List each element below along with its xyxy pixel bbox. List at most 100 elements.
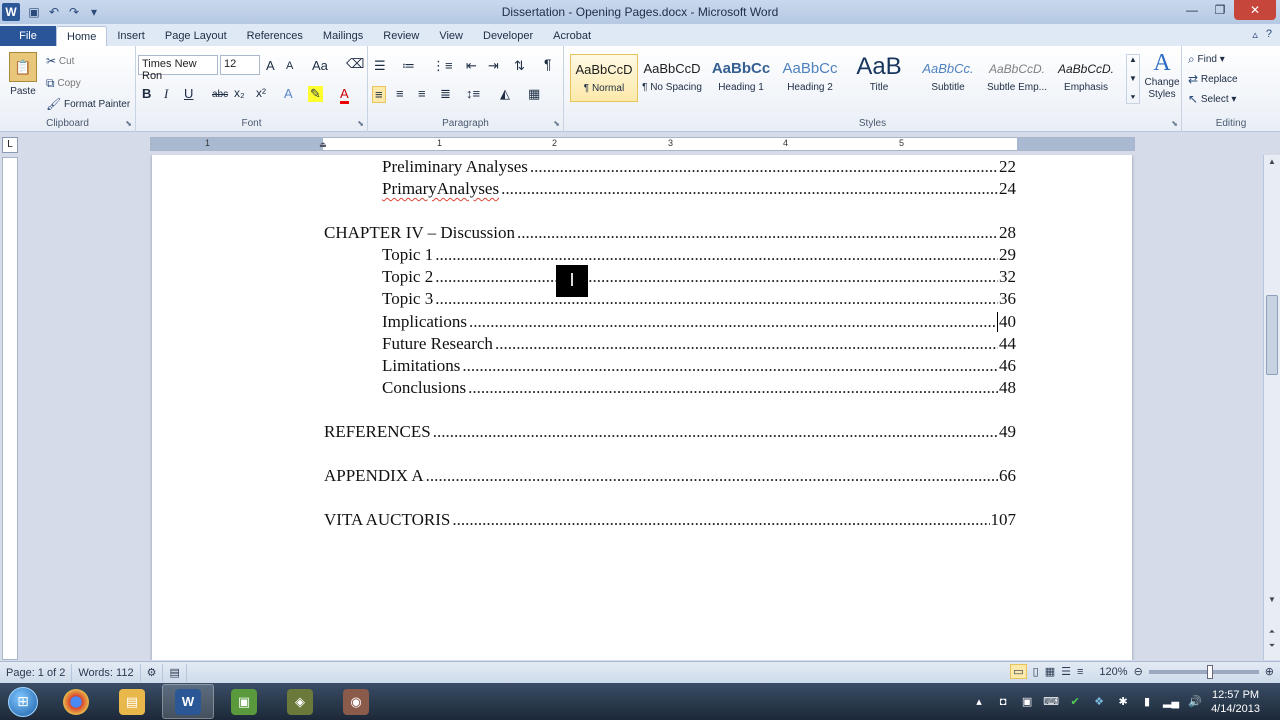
font-size-select[interactable]: 12: [220, 55, 260, 75]
undo-icon[interactable]: ↶: [44, 2, 64, 22]
scroll-thumb[interactable]: [1266, 295, 1278, 375]
print-layout-view-icon[interactable]: ▭: [1010, 664, 1027, 679]
sort-icon[interactable]: ⇅: [514, 58, 525, 74]
toc-entry[interactable]: Topic 2 32: [382, 267, 1016, 287]
toc-entry[interactable]: Future Research 44: [382, 334, 1016, 354]
toc-entry[interactable]: CHAPTER IV – Discussion 28: [324, 223, 1016, 243]
highlight-icon[interactable]: ✎: [308, 86, 323, 102]
toc-entry[interactable]: REFERENCES 49: [324, 422, 1016, 442]
tab-file[interactable]: File: [0, 26, 56, 46]
paragraph-launcher-icon[interactable]: ⬊: [553, 119, 560, 128]
toc-entry[interactable]: VITA AUCTORIS 107: [324, 510, 1016, 530]
word-count[interactable]: Words: 112: [72, 663, 141, 682]
taskbar-explorer[interactable]: ▤: [106, 684, 158, 719]
tab-insert[interactable]: Insert: [107, 26, 155, 46]
taskbar-app-5[interactable]: ◈: [274, 684, 326, 719]
align-left-icon[interactable]: ≡: [372, 86, 386, 103]
underline-button[interactable]: U: [184, 86, 193, 101]
folder-sync-icon[interactable]: ▣: [1019, 694, 1035, 710]
style-title[interactable]: AaB Title: [845, 54, 913, 102]
zoom-slider[interactable]: [1148, 664, 1259, 679]
increase-indent-icon[interactable]: ⇥: [488, 58, 499, 74]
close-button[interactable]: ✕: [1234, 0, 1276, 20]
zoom-slider-knob[interactable]: [1206, 664, 1213, 679]
style-subtitle[interactable]: AaBbCc. Subtitle: [914, 54, 982, 102]
tab-references[interactable]: References: [237, 26, 313, 46]
styles-gallery-scroll[interactable]: ▲ ▼ ⯆: [1126, 54, 1140, 104]
toc-entry[interactable]: Limitations 46: [382, 356, 1016, 376]
word-logo-icon[interactable]: W: [2, 3, 20, 21]
minimize-button[interactable]: —: [1178, 0, 1206, 20]
outline-view-icon[interactable]: ☰: [1061, 665, 1071, 678]
font-family-select[interactable]: Times New Ron: [138, 55, 218, 82]
web-layout-icon[interactable]: ▦: [1045, 665, 1055, 678]
scroll-down-icon[interactable]: ▼: [1264, 595, 1280, 609]
tab-selector-icon[interactable]: L: [2, 137, 18, 153]
cut-button[interactable]: ✂ Cut: [46, 54, 74, 68]
decrease-indent-icon[interactable]: ⇤: [466, 58, 477, 74]
zoom-level[interactable]: 120%: [1099, 666, 1127, 678]
more-styles-icon[interactable]: ⯆: [1130, 93, 1136, 103]
scroll-up-icon[interactable]: ▲: [1264, 157, 1280, 171]
tab-page-layout[interactable]: Page Layout: [155, 26, 237, 46]
tab-acrobat[interactable]: Acrobat: [543, 26, 601, 46]
draft-view-icon[interactable]: ≡: [1077, 666, 1083, 678]
toc-entry[interactable]: Implications 40: [382, 312, 1016, 332]
indent-marker-icon[interactable]: ⏏: [319, 140, 327, 149]
start-button[interactable]: ⊞: [0, 683, 46, 720]
signal-icon[interactable]: ▂▄: [1163, 694, 1179, 710]
clear-formatting-icon[interactable]: ⌫: [346, 56, 364, 72]
style-normal[interactable]: AaBbCcD ¶ Normal: [570, 54, 638, 102]
paste-button[interactable]: 📋 Paste: [6, 52, 40, 97]
tab-developer[interactable]: Developer: [473, 26, 543, 46]
toc-entry[interactable]: Topic 1 29: [382, 245, 1016, 265]
subscript-button[interactable]: x₂: [234, 86, 245, 100]
network-drive-icon[interactable]: ◘: [995, 694, 1011, 710]
justify-icon[interactable]: ≣: [440, 86, 451, 102]
find-button[interactable]: ⌕ Find ▾: [1188, 52, 1225, 67]
full-screen-reading-icon[interactable]: ▯: [1033, 665, 1039, 678]
taskbar-app-4[interactable]: ▣: [218, 684, 270, 719]
style-no-spacing[interactable]: AaBbCcD ¶ No Spacing: [638, 54, 706, 102]
macro-recording-icon[interactable]: ▤: [163, 663, 187, 682]
copy-button[interactable]: ⧉ Copy: [46, 76, 81, 91]
tab-review[interactable]: Review: [373, 26, 429, 46]
zoom-out-icon[interactable]: ⊖: [1134, 665, 1143, 678]
multilevel-list-icon[interactable]: ⋮≡: [432, 58, 453, 74]
style-emphasis[interactable]: AaBbCcD. Emphasis: [1052, 54, 1120, 102]
format-painter-button[interactable]: 🖌 Format Painter: [46, 97, 130, 111]
superscript-button[interactable]: x²: [256, 86, 266, 100]
tab-view[interactable]: View: [429, 26, 473, 46]
clipboard-launcher-icon[interactable]: ⬊: [125, 119, 132, 128]
taskbar-app-6[interactable]: ◉: [330, 684, 382, 719]
text-effects-icon[interactable]: A: [284, 86, 293, 101]
bullets-icon[interactable]: ☰: [374, 58, 386, 74]
style-subtle-emphasis[interactable]: AaBbCcD. Subtle Emp...: [983, 54, 1051, 102]
chevron-up-icon[interactable]: ▲: [1129, 55, 1137, 64]
toc-entry[interactable]: Preliminary Analyses 22: [382, 157, 1016, 177]
shrink-font-button[interactable]: A: [286, 60, 293, 72]
proofing-icon[interactable]: ⚙: [141, 663, 164, 682]
horizontal-ruler[interactable]: 1 1 2 3 4 5 ⏏: [150, 137, 1135, 151]
tab-home[interactable]: Home: [56, 26, 108, 46]
numbering-icon[interactable]: ≔: [402, 58, 415, 74]
redo-icon[interactable]: ↷: [64, 2, 84, 22]
toc-entry[interactable]: Topic 3 36: [382, 289, 1016, 309]
page-count[interactable]: Page: 1 of 2: [0, 663, 73, 682]
align-right-icon[interactable]: ≡: [418, 86, 426, 101]
toc-entry[interactable]: APPENDIX A 66: [324, 466, 1016, 486]
battery-icon[interactable]: ▮: [1139, 694, 1155, 710]
change-case-button[interactable]: Aa: [312, 58, 328, 73]
save-icon[interactable]: ▣: [24, 2, 44, 22]
tab-mailings[interactable]: Mailings: [313, 26, 373, 46]
change-styles-button[interactable]: A Change Styles: [1144, 50, 1180, 101]
styles-launcher-icon[interactable]: ⬊: [1171, 119, 1178, 128]
align-center-icon[interactable]: ≡: [396, 86, 404, 101]
toc-entry[interactable]: PrimaryAnalyses 24: [382, 179, 1016, 199]
help-icon[interactable]: ?: [1266, 28, 1272, 41]
vertical-scrollbar[interactable]: ▲ ▼ ⏶ ⏷: [1263, 155, 1280, 660]
style-heading-2[interactable]: AaBbCc Heading 2: [776, 54, 844, 102]
italic-button[interactable]: I: [164, 86, 168, 102]
style-heading-1[interactable]: AaBbCc Heading 1: [707, 54, 775, 102]
keyboard-icon[interactable]: ⌨: [1043, 694, 1059, 710]
